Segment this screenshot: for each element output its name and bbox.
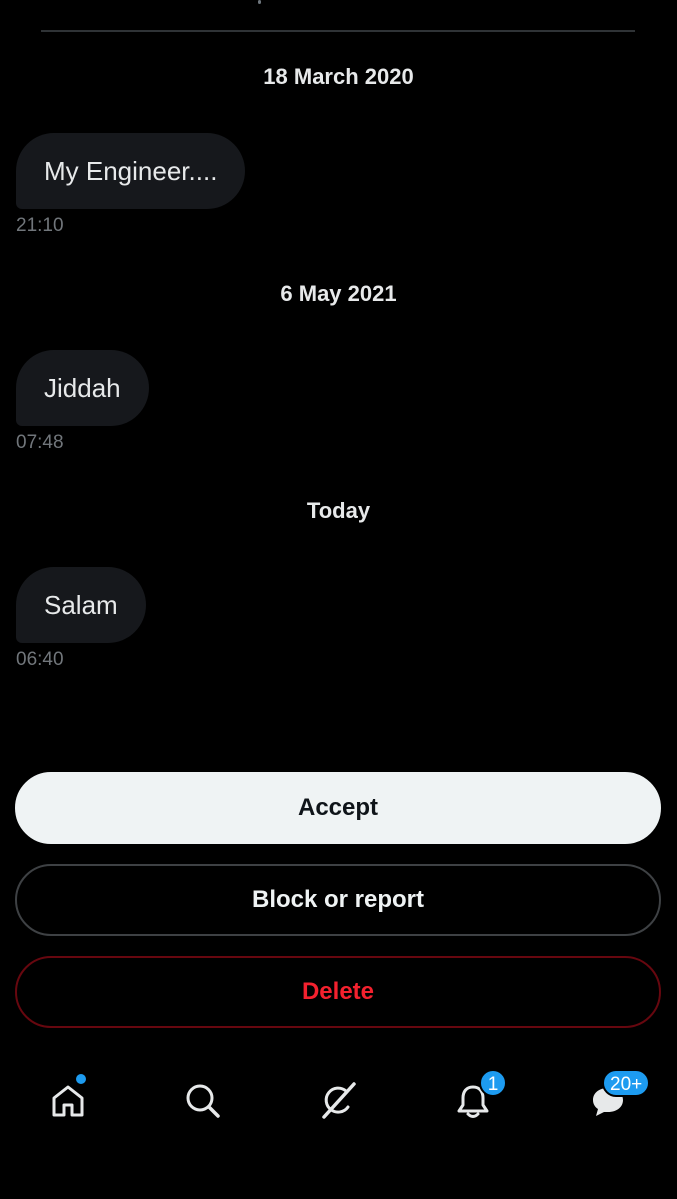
date-separator: Today (306, 498, 371, 523)
header-remnant (258, 0, 261, 4)
home-notification-dot (74, 1072, 88, 1086)
dm-request-screen: 18 March 2020 My Engineer.... 21:10 6 Ma… (0, 0, 677, 1199)
nav-grok[interactable] (308, 1071, 368, 1131)
search-icon (186, 1084, 220, 1118)
message-bubble[interactable]: Salam (16, 567, 146, 643)
bottom-navigation: 1 20+ (0, 1055, 677, 1145)
home-icon (52, 1085, 84, 1117)
date-separator: 18 March 2020 (263, 64, 414, 89)
message-bubble[interactable]: My Engineer.... (16, 133, 246, 209)
delete-button[interactable]: Delete (15, 956, 661, 1028)
accept-button[interactable]: Accept (15, 772, 661, 844)
block-or-report-button[interactable]: Block or report (15, 864, 661, 936)
nav-search[interactable] (173, 1071, 233, 1131)
message-bubble[interactable]: Jiddah (16, 350, 149, 426)
messages-badge: 20+ (602, 1069, 651, 1097)
nav-messages[interactable]: 20+ (578, 1069, 651, 1131)
date-separator: 6 May 2021 (280, 281, 397, 306)
header-divider (41, 30, 635, 32)
message-timestamp: 07:48 (16, 432, 64, 453)
message-timestamp: 21:10 (16, 215, 64, 236)
nav-home[interactable] (38, 1071, 98, 1131)
message-timestamp: 06:40 (16, 649, 64, 670)
nav-notifications[interactable]: 1 (443, 1069, 507, 1131)
grok-icon (322, 1082, 356, 1119)
notifications-badge: 1 (479, 1069, 507, 1097)
